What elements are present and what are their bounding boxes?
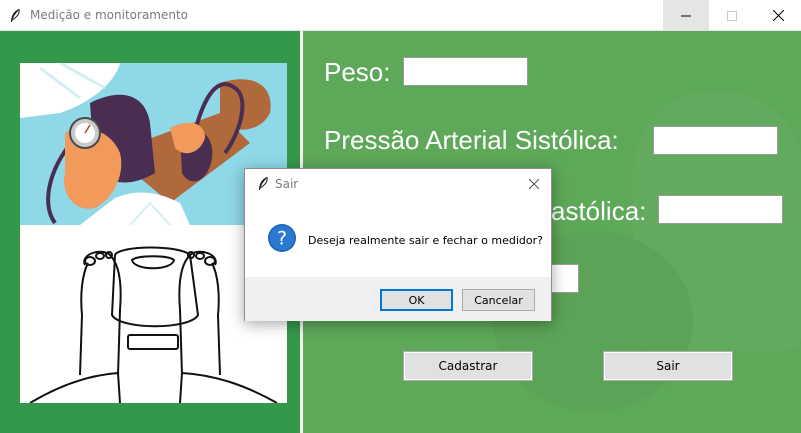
pad-input[interactable] [658, 195, 783, 224]
minimize-icon [681, 15, 691, 16]
close-button[interactable] [755, 0, 801, 31]
pad-label: astólica: [551, 196, 647, 226]
exit-dialog: Sair ? Deseja realmente sair e fechar o … [244, 168, 552, 321]
dialog-titlebar: Sair [245, 169, 551, 199]
dialog-title: Sair [275, 177, 299, 191]
svg-text:?: ? [277, 228, 287, 250]
minimize-button[interactable] [663, 0, 709, 31]
cancel-button[interactable]: Cancelar [462, 289, 535, 311]
dialog-message: Deseja realmente sair e fechar o medidor… [308, 234, 543, 247]
extra-input[interactable] [550, 264, 579, 293]
close-icon [529, 179, 539, 189]
dialog-close-button[interactable] [525, 175, 543, 193]
pas-label: Pressão Arterial Sistólica: [324, 125, 619, 155]
window-titlebar: Medição e monitoramento [0, 0, 801, 31]
maximize-icon [727, 10, 737, 21]
close-icon [772, 10, 784, 21]
peso-label: Peso: [324, 57, 391, 87]
sair-button[interactable]: Sair [603, 351, 733, 381]
dialog-footer: OK Cancelar [245, 277, 551, 321]
cadastrar-button[interactable]: Cadastrar [403, 351, 533, 381]
window-title: Medição e monitoramento [30, 8, 189, 22]
maximize-button[interactable] [709, 0, 755, 31]
peso-input[interactable] [403, 57, 528, 86]
ok-button[interactable]: OK [380, 289, 453, 311]
pas-input[interactable] [653, 126, 778, 155]
dialog-body: ? Deseja realmente sair e fechar o medid… [245, 199, 551, 277]
feather-icon [259, 176, 268, 190]
question-icon: ? [268, 224, 296, 252]
feather-icon [11, 8, 20, 22]
